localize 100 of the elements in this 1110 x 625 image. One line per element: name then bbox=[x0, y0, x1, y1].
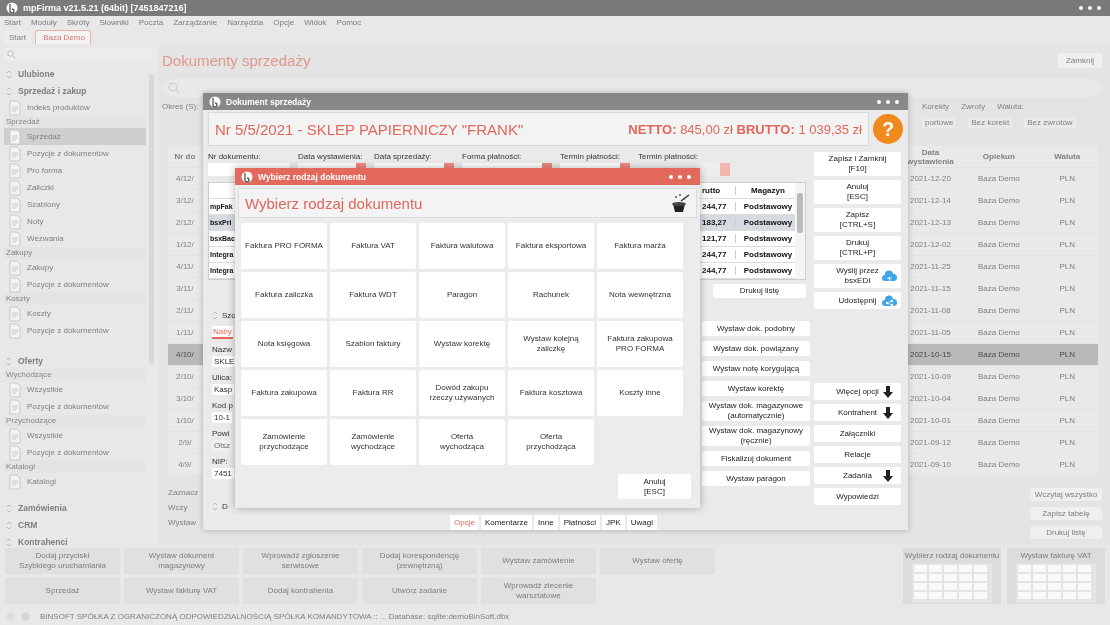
table-cell-text: 4/11/ bbox=[175, 262, 195, 271]
document-totals: NETTO: 845,00 zł BRUTTO: 1 039,35 zł bbox=[628, 121, 862, 137]
table-cell-text: 244,77 bbox=[702, 266, 728, 275]
table-cell-text: Baza Demo bbox=[976, 240, 1021, 249]
table-cell-text: PLN bbox=[1058, 416, 1077, 425]
table-cell-text: Baza Demo bbox=[976, 394, 1021, 403]
field-label: Data sprzedaży: bbox=[374, 152, 433, 161]
group-label: Przychodzące bbox=[4, 415, 146, 427]
table-cell-text: PLN bbox=[1058, 196, 1077, 205]
table-cell-text: Baza Demo bbox=[976, 306, 1021, 315]
table-cell-text: PLN bbox=[1058, 394, 1077, 403]
table-cell-text: 2021-10-01 bbox=[908, 416, 952, 425]
table-cell-text: Baza Demo bbox=[976, 328, 1021, 337]
filter-label: Waluta: bbox=[997, 102, 1024, 111]
table-cell-text: PLN bbox=[1058, 240, 1077, 249]
table-cell-text: Baza Demo bbox=[976, 460, 1021, 469]
table-cell-text: PLN bbox=[1058, 218, 1077, 227]
field-label: Ulica: bbox=[212, 373, 232, 382]
column-header: Waluta bbox=[1053, 152, 1082, 161]
column-header: Opiekun bbox=[981, 152, 1016, 161]
table-cell-text: PLN bbox=[1058, 350, 1077, 359]
table-cell-text: PLN bbox=[1058, 262, 1077, 271]
group-label: Wychodzące bbox=[4, 369, 146, 381]
sidebar-item-label: Pozycje z dokumentów bbox=[27, 402, 109, 411]
sidebar-item-label: Wezwania bbox=[27, 234, 64, 243]
table-cell-text: 2/10/ bbox=[174, 372, 195, 381]
table-cell-text: Baza Demo bbox=[976, 218, 1021, 227]
window-title: mpFirma v21.5.21 (64bit) [7451847216] bbox=[23, 3, 188, 13]
table-cell-text: 3/12/ bbox=[174, 196, 195, 205]
table-cell-text: 2021-12-14 bbox=[908, 196, 952, 205]
table-cell-text: Baza Demo bbox=[976, 438, 1021, 447]
window-title: Dokument sprzedaży bbox=[226, 96, 313, 107]
table-cell-text: 2021-11-15 bbox=[909, 284, 952, 293]
table-cell-text: 2021-09-12 bbox=[908, 438, 952, 447]
table-cell-text: 2/12/ bbox=[174, 218, 195, 227]
document-heading: Nr 5/5/2021 - SKLEP PAPIERNICZY "FRANK" bbox=[215, 120, 524, 138]
sidebar-item-label: Koszty bbox=[27, 309, 51, 318]
table-cell-text: 2/11/ bbox=[175, 306, 195, 315]
table-cell-text: 244,77 bbox=[702, 202, 728, 211]
group-label: Zakupy bbox=[4, 247, 146, 259]
table-cell-text: Baza Demo bbox=[976, 262, 1021, 271]
field-label: Termin płatności: bbox=[560, 152, 622, 161]
table-cell-text: 3/11/ bbox=[175, 284, 195, 293]
table-cell-text: Baza Demo bbox=[976, 416, 1021, 425]
table-cell-text: 183,27 bbox=[702, 218, 728, 227]
field-label: Powi bbox=[212, 429, 230, 438]
table-cell-text: Baza Demo bbox=[976, 174, 1021, 183]
table-cell-text: 2/9/ bbox=[177, 438, 193, 447]
table-cell-text: PLN bbox=[1058, 460, 1077, 469]
sidebar-item-label: Pro forma bbox=[27, 166, 63, 175]
table-cell-text: PLN bbox=[1058, 174, 1077, 183]
table-cell-text: 1/11/ bbox=[175, 328, 195, 337]
table-cell-text: PLN bbox=[1058, 284, 1077, 293]
table-cell-text: 2021-11-25 bbox=[909, 262, 952, 271]
table-cell-text: 1/12/ bbox=[174, 240, 195, 249]
table-cell-text: PLN bbox=[1058, 438, 1077, 447]
field-label: NIP: bbox=[212, 457, 228, 466]
table-cell-text: 244,77 bbox=[702, 250, 728, 259]
table-cell-text: 2021-09-10 bbox=[908, 460, 952, 469]
page-title: Dokumenty sprzedaży bbox=[162, 51, 311, 69]
table-cell-text: 2021-12-13 bbox=[908, 218, 952, 227]
sidebar-item-label: Katalogi bbox=[27, 477, 56, 486]
column-header: rutto bbox=[702, 186, 722, 195]
table-cell-text: 2021-10-09 bbox=[908, 372, 952, 381]
filter-label: Zwroty bbox=[961, 102, 986, 111]
table-cell-text: 4/9/ bbox=[177, 460, 193, 469]
table-cell-text: PLN bbox=[1058, 328, 1077, 337]
preview-title: Wystaw fakturę VAT bbox=[1020, 551, 1092, 560]
sidebar-item-label: Indeks produktów bbox=[27, 103, 90, 112]
table-cell-text: 3/10/ bbox=[174, 394, 195, 403]
period-label: Okres (S): bbox=[162, 102, 199, 113]
sidebar-item-label: Pozycje z dokumentów bbox=[27, 149, 109, 158]
table-cell-text: 2021-12-02 bbox=[908, 240, 952, 249]
column-header: Nr do bbox=[173, 152, 197, 161]
sidebar-item-label: Pozycje z dokumentów bbox=[27, 448, 109, 457]
field-label: Data wystawienia: bbox=[298, 152, 364, 161]
sidebar-item-label: Sprzedaż bbox=[27, 132, 61, 141]
table-cell-text: 1/10/ bbox=[174, 416, 195, 425]
group-label: Katalogi bbox=[4, 461, 146, 473]
table-cell-text: Baza Demo bbox=[976, 196, 1021, 205]
table-cell-text: 121,77 bbox=[702, 234, 728, 243]
table-cell-text: 2021-10-04 bbox=[908, 394, 952, 403]
preview-title: Wybierz rodzaj dokumentu bbox=[904, 551, 1000, 560]
field-label: Nazw bbox=[212, 345, 232, 354]
table-cell-text: Baza Demo bbox=[976, 284, 1021, 293]
field-label: Forma płatności: bbox=[462, 152, 523, 161]
sidebar-item-label: Wszystkie bbox=[27, 385, 63, 394]
table-cell-text: 2021-10-15 bbox=[908, 350, 952, 359]
table-cell-text: PLN bbox=[1058, 372, 1077, 381]
field-label: Termin płatności: bbox=[638, 152, 700, 161]
table-cell-text: Baza Demo bbox=[976, 372, 1021, 381]
field-label: Nr dokumentu: bbox=[208, 152, 262, 161]
sidebar-item-label: Pozycje z dokumentów bbox=[27, 280, 109, 289]
table-cell-text: PLN bbox=[1058, 306, 1077, 315]
status-text: BINSOFT SPÓŁKA Z OGRANICZONĄ ODPOWIEDZIALNOŚCIĄ SPÓŁKA KOMANDYTOWA :: ... Database: sqlite:demoBinSoft.dbx bbox=[40, 612, 510, 621]
column-header: Data wystawienia bbox=[906, 147, 955, 166]
sidebar-item-label: Szablony bbox=[27, 200, 60, 209]
table-cell-text: 2021-11-08 bbox=[909, 306, 952, 315]
sidebar-item-label: Zakupy bbox=[27, 263, 54, 272]
table-cell-text: 4/10/ bbox=[174, 350, 195, 359]
